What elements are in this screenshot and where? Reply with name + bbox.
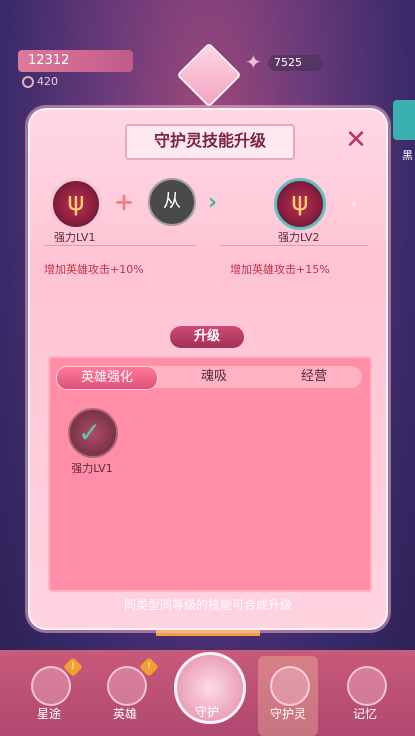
nav-label: 守护灵 (269, 707, 306, 721)
trident-icon (22, 76, 34, 88)
material-slot[interactable]: 从 (148, 178, 196, 226)
trident-icon: ψ (291, 187, 309, 217)
source-skill-effect: 增加英雄攻击+10% (44, 263, 144, 276)
divider (220, 245, 368, 246)
target-skill-label: 强力LV2 (278, 231, 320, 244)
gold-counter: 12312 (18, 50, 133, 72)
nav-item-hero[interactable]: ! 英雄 (90, 650, 160, 736)
trident-icon: ψ (67, 187, 85, 217)
nav-item-xingtu[interactable]: ! 星途 (14, 650, 84, 736)
alert-badge: ! (139, 657, 159, 677)
skill-item-label: 强力LV1 (71, 462, 113, 475)
nav-item-guardian-spirit[interactable]: 守护灵 (253, 650, 323, 736)
sub-counter: 420 (22, 75, 58, 88)
gold-value: 12312 (28, 53, 70, 68)
target-skill-icon[interactable]: ψ (274, 178, 326, 230)
alert-badge: ! (63, 657, 83, 677)
nav-label: 英雄 (112, 707, 137, 721)
tab-hero-boost[interactable]: 英雄强化 (56, 366, 158, 390)
source-skill-icon[interactable]: ψ (50, 178, 102, 230)
skill-upgrade-dialog: ✦ ✦ 守护灵技能升级 ✕ ψ 强力LV1 + 从 › ψ 强力LV2 增加英雄… (28, 108, 388, 630)
tab-soul-absorb[interactable]: 魂吸 (164, 366, 264, 388)
side-item-button[interactable] (393, 100, 415, 140)
nav-label: 守护 (194, 705, 219, 719)
close-button[interactable]: ✕ (344, 127, 368, 153)
upgrade-button[interactable]: 升级 (170, 326, 244, 348)
sparkle-icon: ✦ (350, 200, 359, 211)
tab-bar: 英雄强化 魂吸 经营 (56, 366, 364, 390)
checkmark-icon: ✓ (78, 416, 102, 449)
nav-label: 记忆 (352, 707, 377, 721)
star-icon: ✦ (245, 50, 262, 74)
nav-item-memory[interactable]: 记忆 (330, 650, 400, 736)
memory-icon (347, 666, 387, 706)
divider (44, 245, 196, 246)
side-item-label: 黑 (402, 149, 413, 162)
sub-value: 420 (37, 75, 58, 88)
right-value: 7525 (274, 56, 302, 69)
source-skill-label: 强力LV1 (54, 231, 96, 244)
right-counter: 7525 (268, 55, 323, 71)
dialog-title: 守护灵技能升级 (125, 124, 295, 160)
skill-item[interactable]: ✓ (68, 408, 118, 458)
skill-inventory: 英雄强化 魂吸 经营 ✓ 强力LV1 (48, 356, 372, 592)
tab-management[interactable]: 经营 (264, 366, 364, 388)
arrow-right-icon: › (208, 190, 218, 215)
plus-icon: + (114, 188, 135, 216)
fox-icon (270, 666, 310, 706)
merge-hint: 同类型同等级的技能可合成升级 (123, 598, 292, 612)
nav-label: 星途 (36, 707, 61, 721)
target-skill-effect: 增加英雄攻击+15% (230, 263, 330, 276)
